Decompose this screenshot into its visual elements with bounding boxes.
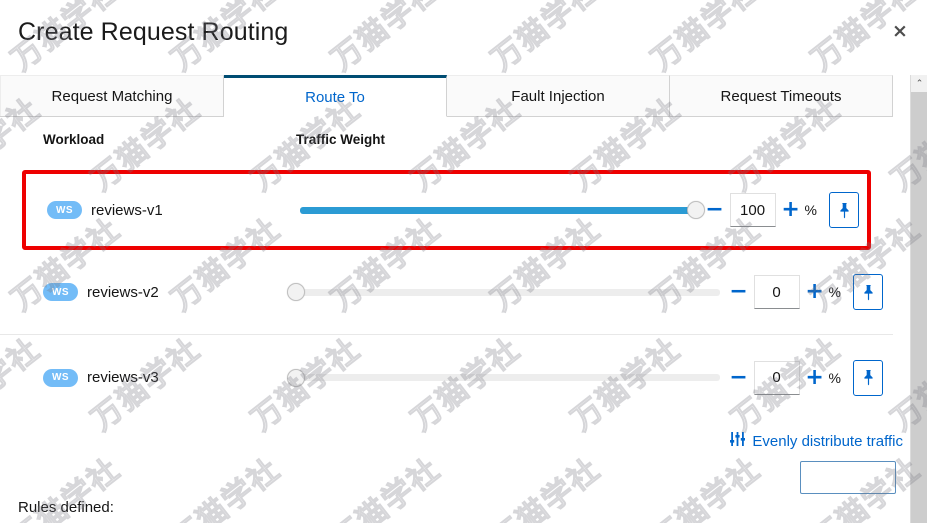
decrement-button[interactable]: − [728,279,750,305]
watermark-text: 万猫学社 [164,451,288,523]
slider-track [296,288,720,296]
pin-icon[interactable] [829,192,859,228]
slider-track [296,374,720,381]
tab-route-to[interactable]: Route To [224,75,447,117]
evenly-distribute-label: Evenly distribute traffic [752,432,903,450]
traffic-weight-slider[interactable] [287,283,720,301]
weight-controls: − + % [300,192,859,228]
rules-defined-label: Rules defined: [18,499,114,516]
percent-label: % [828,369,841,386]
tab-bar: Request Matching Route To Fault Injectio… [0,75,893,117]
decrement-button[interactable]: − [704,197,726,223]
increment-button[interactable]: + [804,365,826,391]
weight-input[interactable] [729,193,776,227]
table-row: WS reviews-v1 − + % [22,170,871,250]
workload-badge: WS [43,283,78,301]
evenly-distribute-traffic-link[interactable]: Evenly distribute traffic [730,432,903,450]
tab-request-timeouts[interactable]: Request Timeouts [670,75,893,116]
traffic-weight-slider[interactable] [287,368,720,387]
close-icon[interactable]: × [885,16,915,46]
increment-button[interactable]: + [780,197,802,223]
pin-icon[interactable] [853,274,883,310]
workload-badge: WS [47,201,82,219]
slider-fill [300,206,696,214]
weight-input[interactable] [753,360,800,395]
watermark-text: 万猫学社 [484,451,608,523]
chevron-up-icon[interactable]: ⌃ [911,75,927,92]
slider-thumb[interactable] [287,368,305,387]
table-row: WS reviews-v2 − + % [0,250,893,335]
slider-thumb[interactable] [686,201,705,219]
sliders-icon [730,432,746,450]
scrollbar-thumb[interactable] [911,92,927,523]
tab-request-matching[interactable]: Request Matching [0,75,224,116]
workload-badge: WS [43,368,78,387]
increment-button[interactable]: + [804,279,826,305]
create-request-routing-dialog: Create Request Routing × Request Matchin… [0,0,927,523]
decrement-button[interactable]: − [728,365,750,391]
watermark-text: 万猫学社 [644,0,768,78]
watermark-text: 万猫学社 [644,451,768,523]
traffic-weight-slider[interactable] [300,201,705,219]
workload-name: reviews-v1 [91,201,163,219]
watermark-text: 万猫学社 [324,451,448,523]
table-row: WS reviews-v3 − + % [0,335,893,420]
watermark-text: 万猫学社 [484,0,608,78]
workload-name: reviews-v3 [87,369,159,386]
column-header-traffic-weight: Traffic Weight [296,132,386,147]
vertical-scrollbar[interactable]: ⌃ [910,75,927,523]
workload-rows: WS reviews-v1 − + % W [0,170,893,420]
percent-label: % [804,202,817,218]
pin-icon[interactable] [853,359,883,396]
weight-controls: − + % [287,359,883,396]
dialog-title: Create Request Routing [18,18,289,46]
percent-label: % [828,284,841,300]
slider-thumb[interactable] [287,283,305,301]
watermark-text: 万猫学社 [324,0,448,78]
tab-fault-injection[interactable]: Fault Injection [447,75,670,116]
workload-name: reviews-v2 [87,283,159,301]
weight-controls: − + % [287,274,883,310]
primary-action-button[interactable] [800,461,896,494]
table-column-headers: Workload Traffic Weight [0,132,893,154]
column-header-workload: Workload [43,132,105,147]
weight-input[interactable] [753,275,800,309]
